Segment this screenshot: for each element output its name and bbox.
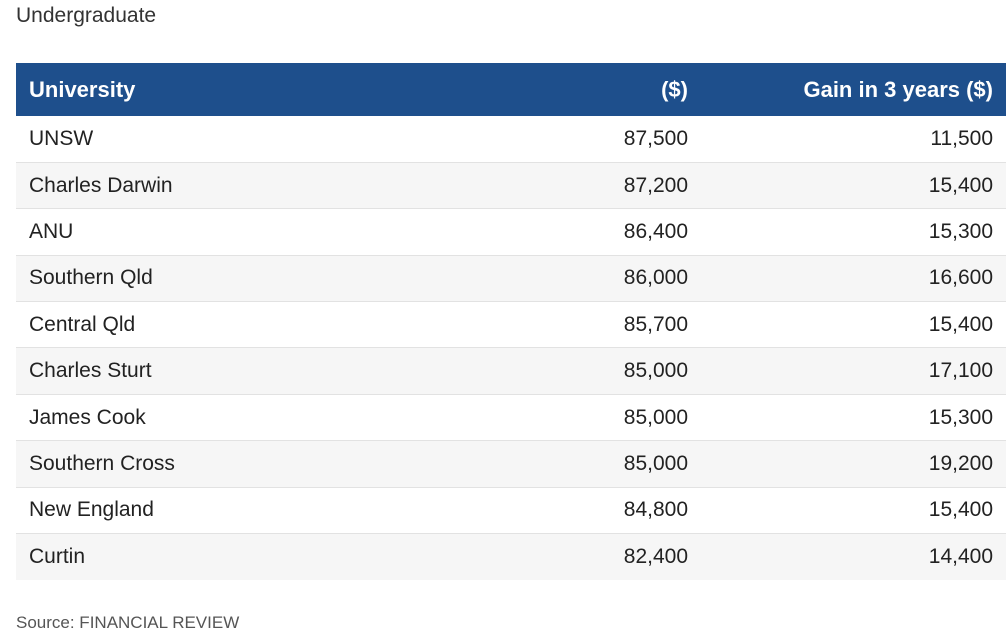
salary-cell: 85,000: [623, 451, 688, 475]
salary-cell: 84,800: [623, 498, 688, 522]
table-row: Charles Darwin 87,200 15,400: [16, 162, 1006, 209]
salary-cell: 87,200: [623, 173, 688, 197]
gain-cell: 15,300: [928, 405, 993, 429]
university-cell: Curtin: [29, 544, 86, 568]
gain-cell: 15,300: [928, 219, 993, 243]
university-cell: Southern Qld: [29, 266, 153, 290]
column-header-university: University: [29, 76, 136, 102]
table-row: James Cook 85,000 15,300: [16, 394, 1006, 441]
university-cell: Charles Sturt: [29, 359, 152, 383]
gain-cell: 15,400: [928, 498, 993, 522]
gain-cell: 11,500: [930, 126, 993, 150]
university-cell: UNSW: [29, 126, 94, 150]
gain-cell: 15,400: [928, 312, 993, 336]
salary-cell: 85,000: [623, 405, 688, 429]
gain-cell: 19,200: [928, 451, 993, 475]
salary-cell: 82,400: [623, 544, 688, 568]
table-row: Southern Cross 85,000 19,200: [16, 440, 1006, 488]
salary-cell: 86,400: [623, 219, 688, 243]
column-header-salary: ($): [661, 76, 688, 102]
salary-cell: 86,000: [623, 266, 688, 290]
table-body: UNSW 87,500 11,500 Charles Darwin 87,200…: [16, 116, 1006, 580]
university-cell: ANU: [29, 219, 74, 243]
gain-cell: 16,600: [928, 266, 993, 290]
table-row: New England 84,800 15,400: [16, 487, 1006, 534]
table-row: Southern Qld 86,000 16,600: [16, 255, 1006, 302]
salary-cell: 85,700: [623, 312, 688, 336]
university-cell: Central Qld: [29, 312, 136, 336]
university-cell: Southern Cross: [29, 451, 175, 475]
university-cell: New England: [29, 498, 154, 522]
table-subtitle: Undergraduate: [16, 4, 157, 27]
gain-cell: 17,100: [928, 359, 993, 383]
salary-cell: 87,500: [623, 126, 688, 150]
gain-cell: 14,400: [928, 544, 993, 568]
salary-cell: 85,000: [623, 359, 688, 383]
table-row: ANU 86,400 15,300: [16, 209, 1006, 256]
table-header-row: University ($) Gain in 3 years ($): [16, 63, 1006, 116]
table-row: Central Qld 85,700 15,400: [16, 302, 1006, 348]
gain-cell: 15,400: [928, 173, 993, 197]
salary-table: University ($) Gain in 3 years ($) UNSW …: [16, 63, 1006, 580]
table-row: UNSW 87,500 11,500: [16, 116, 1006, 163]
university-cell: Charles Darwin: [29, 173, 173, 197]
column-header-gain: Gain in 3 years ($): [803, 76, 993, 102]
table-row: Charles Sturt 85,000 17,100: [16, 347, 1006, 395]
table-row: Curtin 82,400 14,400: [16, 533, 1006, 580]
source-credit: Source: FINANCIAL REVIEW: [16, 613, 240, 632]
university-cell: James Cook: [29, 405, 146, 429]
